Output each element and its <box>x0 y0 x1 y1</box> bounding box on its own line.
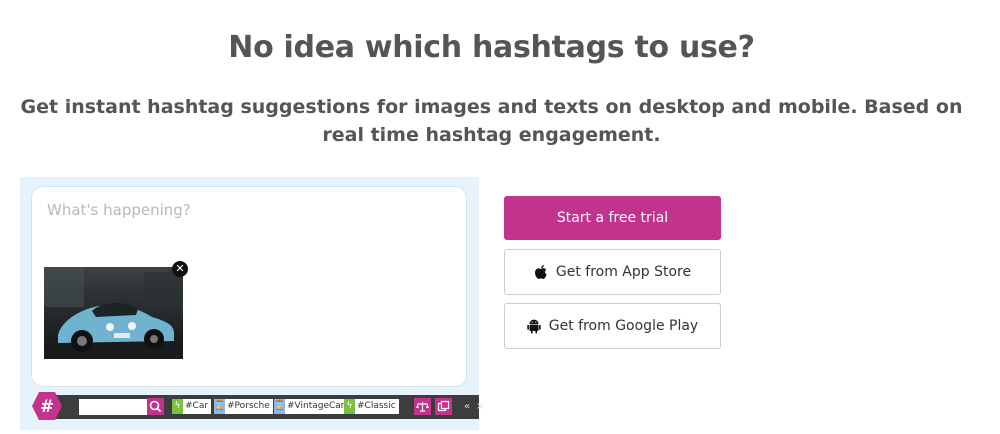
google-play-button[interactable]: Get from Google Play <box>504 303 721 349</box>
balance-icon <box>416 402 429 412</box>
compose-box[interactable]: What's happening? ✕ <box>31 186 467 387</box>
hourglass-icon: ⌛ <box>214 399 225 414</box>
android-icon <box>527 318 541 334</box>
balance-button[interactable] <box>414 398 431 415</box>
hashtag-toolbar: # ϟ #Car ⌛ #Porsche ⌛ #VintageCar ϟ #Classic <box>32 392 484 420</box>
apple-icon <box>534 264 548 281</box>
compose-placeholder[interactable]: What's happening? <box>47 201 191 219</box>
app-store-button[interactable]: Get from App Store <box>504 249 721 295</box>
start-free-trial-label: Start a free trial <box>556 210 669 226</box>
close-icon: ✕ <box>175 262 185 275</box>
toolbar-search-button[interactable] <box>147 398 164 415</box>
copy-icon <box>437 400 450 412</box>
google-play-label: Get from Google Play <box>548 318 699 334</box>
subheadline: Get instant hashtag suggestions for imag… <box>20 96 963 146</box>
app-store-label: Get from App Store <box>555 264 692 280</box>
start-free-trial-button[interactable]: Start a free trial <box>504 196 721 240</box>
hashtag-chip[interactable]: ⌛ #Porsche <box>214 399 273 414</box>
hashtag-logo-icon[interactable]: # <box>31 391 63 421</box>
toolbar-close[interactable]: × <box>476 399 484 414</box>
attached-car-photo <box>44 267 183 359</box>
headline: No idea which hashtags to use? <box>228 30 755 65</box>
hourglass-icon: ⌛ <box>274 399 285 414</box>
hashtag-chip[interactable]: ⌛ #VintageCar <box>274 399 348 414</box>
toolbar-search-input[interactable] <box>79 399 149 415</box>
copy-button[interactable] <box>435 398 452 415</box>
hashtag-chip[interactable]: ϟ #Car <box>172 399 212 414</box>
hashtag-chip[interactable]: ϟ #Classic <box>344 399 399 414</box>
svg-text:#: # <box>40 397 54 417</box>
bolt-icon: ϟ <box>172 399 183 414</box>
collapse-toggle[interactable]: « <box>464 399 470 414</box>
bolt-icon: ϟ <box>344 399 355 414</box>
remove-image-button[interactable]: ✕ <box>172 261 188 277</box>
search-icon <box>149 400 162 413</box>
demo-panel: What's happening? ✕ # ϟ #Car ⌛ #Porsche … <box>20 177 484 430</box>
